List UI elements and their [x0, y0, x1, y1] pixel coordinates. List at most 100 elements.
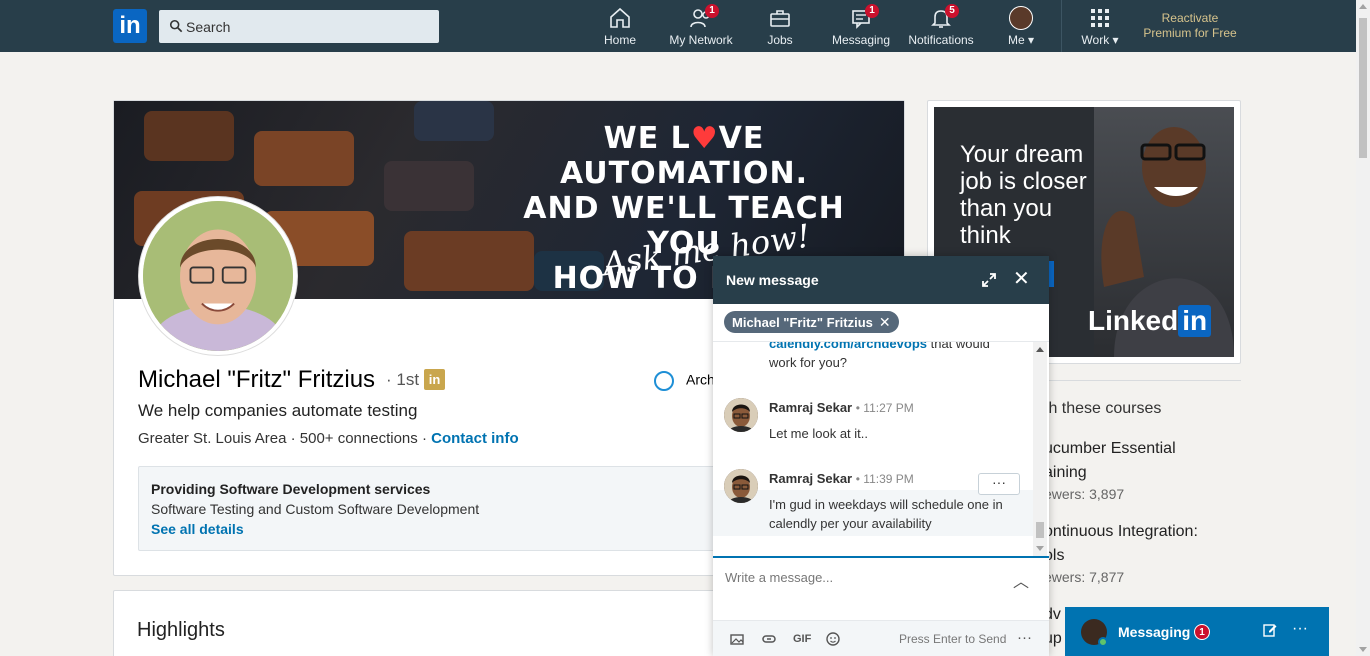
calendly-link[interactable]: calendly.com/archdevops: [769, 342, 927, 351]
nav-notifications[interactable]: 5 Notifications: [905, 4, 977, 50]
recipient-row[interactable]: Michael "Fritz" Fritzius ✕: [713, 304, 1049, 342]
current-company[interactable]: Arch: [654, 371, 715, 391]
scroll-up-arrow-icon[interactable]: [1036, 347, 1044, 352]
home-icon: [610, 7, 630, 28]
messaging-overlay-bar[interactable]: Messaging 1 ···: [1065, 607, 1329, 656]
nav-jobs[interactable]: Jobs: [760, 6, 800, 50]
message-window-title: New message: [726, 272, 819, 288]
services-title: Providing Software Development services: [151, 481, 431, 497]
briefcase-icon: [770, 10, 790, 27]
new-message-window: New message ✕ Michael "Fritz" Fritzius ✕ …: [713, 256, 1049, 656]
search-input[interactable]: [186, 10, 426, 43]
recipient-chip[interactable]: Michael "Fritz" Fritzius ✕: [724, 311, 899, 333]
close-icon[interactable]: ✕: [1013, 269, 1030, 289]
online-status-icon: [1098, 637, 1108, 647]
attachment-icon[interactable]: [761, 631, 777, 647]
compose-toolbar: GIF Press Enter to Send ···: [713, 620, 1049, 656]
premium-line1: Reactivate: [1161, 11, 1219, 25]
company-name: Arch: [686, 371, 715, 388]
page-scrollbar[interactable]: [1356, 0, 1370, 656]
messaging-icon: 1: [849, 4, 879, 30]
linkedin-logo-icon[interactable]: in: [113, 9, 147, 43]
courses-heading: th these courses: [1044, 400, 1162, 417]
nav-notifications-label: Notifications: [908, 33, 974, 47]
conversation-scrollbar[interactable]: [1033, 342, 1047, 556]
more-options-icon[interactable]: ···: [1017, 629, 1032, 646]
message-options-button[interactable]: ···: [978, 473, 1020, 495]
course-title-1[interactable]: ucumber Essential aining: [1044, 437, 1176, 485]
conversation-scroll-thumb[interactable]: [1036, 522, 1044, 538]
profile-connections[interactable]: 500+ connections: [300, 430, 418, 447]
scroll-down-arrow-icon[interactable]: [1036, 546, 1044, 551]
nav-my-network[interactable]: 1 My Network: [664, 4, 738, 50]
nav-work[interactable]: Work ▾: [1074, 6, 1126, 50]
messaging-bar-label: Messaging: [1118, 624, 1191, 640]
search-icon: [169, 19, 183, 33]
nav-me[interactable]: Me ▾: [1001, 6, 1041, 50]
connection-degree: · 1st: [386, 370, 420, 389]
contact-info-link[interactable]: Contact info: [431, 430, 519, 447]
profile-meta: Greater St. Louis Area · 500+ connection…: [138, 430, 519, 447]
course-title-2[interactable]: ontinuous Integration: ols: [1044, 520, 1198, 568]
conversation-thread[interactable]: calendly.com/archdevops that would work …: [713, 342, 1033, 556]
course-views-1: ewers: 3,897: [1044, 486, 1125, 502]
chevron-up-icon[interactable]: ︿: [1013, 568, 1029, 592]
see-all-details-link[interactable]: See all details: [151, 521, 725, 537]
me-avatar: [1009, 6, 1033, 30]
nav-divider: [1061, 0, 1062, 52]
profile-name: Michael "Fritz" Fritzius: [138, 366, 376, 393]
ad-linkedin-logo: Linked in: [1088, 305, 1212, 337]
message-sender-2: Ramraj Sekar • 11:39 PM: [769, 471, 914, 486]
chevron-down-icon: ▾: [1112, 33, 1119, 47]
profile-location: Greater St. Louis Area: [138, 430, 287, 447]
network-icon: 1: [689, 4, 719, 30]
network-badge: 1: [705, 4, 719, 18]
bell-icon: 5: [929, 4, 959, 30]
expand-icon[interactable]: [981, 272, 997, 288]
ad-headline: Your dream job is closer than you think: [960, 141, 1087, 249]
gif-icon[interactable]: GIF: [793, 631, 811, 647]
nav-messaging[interactable]: 1 Messaging: [830, 4, 892, 50]
scroll-thumb[interactable]: [1359, 18, 1367, 158]
top-nav: in Home 1 My Network Jobs 1 Messaging 5 …: [0, 0, 1356, 52]
services-box: Providing Software Development services …: [138, 466, 738, 551]
nav-home-label: Home: [603, 33, 636, 47]
image-icon[interactable]: [729, 631, 745, 647]
more-options-icon[interactable]: ···: [1292, 620, 1308, 638]
messaging-badge: 1: [865, 4, 879, 18]
profile-photo[interactable]: [139, 197, 297, 355]
search-box[interactable]: [159, 10, 439, 43]
previous-message-continuation: calendly.com/archdevops that would work …: [769, 342, 1019, 372]
grid-icon: [1091, 9, 1109, 27]
compose-area[interactable]: ︿: [713, 556, 1049, 618]
nav-work-label: Work: [1081, 33, 1110, 47]
remove-recipient-icon[interactable]: ✕: [879, 314, 891, 330]
send-hint: Press Enter to Send: [899, 632, 1007, 646]
premium-line2: Premium for Free: [1143, 26, 1237, 40]
message-window-header[interactable]: New message ✕: [713, 256, 1049, 304]
nav-jobs-label: Jobs: [767, 33, 793, 47]
profile-headline: We help companies automate testing: [138, 401, 418, 420]
notifications-badge: 5: [945, 4, 959, 18]
nav-network-label: My Network: [669, 33, 733, 47]
reactivate-premium-link[interactable]: Reactivate Premium for Free: [1140, 11, 1240, 41]
highlights-title: Highlights: [137, 619, 225, 641]
message-text-1: Let me look at it..: [769, 426, 868, 441]
nav-me-label: Me: [1007, 33, 1025, 47]
sender-avatar[interactable]: [724, 398, 758, 432]
chevron-down-icon: ▾: [1027, 33, 1035, 47]
compose-icon[interactable]: [1262, 622, 1278, 638]
banner-line1: WE L: [603, 121, 691, 156]
nav-messaging-label: Messaging: [831, 33, 891, 47]
company-logo-icon: [654, 371, 674, 391]
message-text-2: I'm gud in weekdays will schedule one in…: [769, 497, 1003, 531]
nav-home[interactable]: Home: [600, 6, 640, 50]
emoji-icon[interactable]: [825, 631, 841, 647]
scroll-down-arrow-icon[interactable]: [1359, 647, 1367, 652]
message-sender-1: Ramraj Sekar • 11:27 PM: [769, 400, 914, 415]
recipient-name: Michael "Fritz" Fritzius: [732, 315, 873, 330]
sender-avatar[interactable]: [724, 469, 758, 503]
scroll-up-arrow-icon[interactable]: [1359, 4, 1367, 9]
linkedin-premium-badge-icon: in: [424, 369, 445, 390]
message-input[interactable]: [725, 570, 1005, 594]
